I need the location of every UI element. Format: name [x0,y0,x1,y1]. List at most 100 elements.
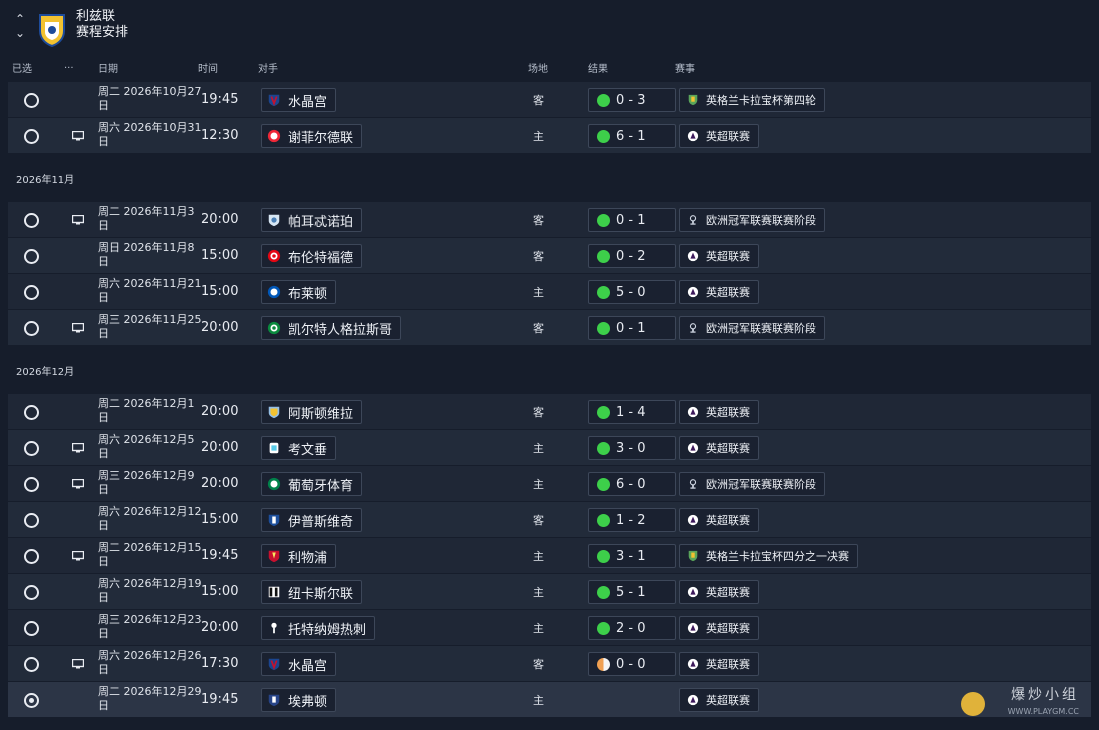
tv-icon[interactable] [72,479,84,489]
col-opponent[interactable]: 对手 [258,60,278,75]
select-radio[interactable] [24,321,39,336]
result-chip[interactable]: 5 - 0 [588,280,676,304]
opponent-chip[interactable]: 伊普斯维奇 [261,508,363,532]
opponent-chip[interactable]: 谢菲尔德联 [261,124,363,148]
table-row[interactable]: 周三 2026年12月23日 20:00 托特纳姆热刺 主 2 - 0 英超联赛 [8,610,1091,646]
match-time: 19:45 [201,692,239,707]
result-chip[interactable]: 3 - 0 [588,436,676,460]
result-chip[interactable]: 0 - 2 [588,244,676,268]
opponent-name: 阿斯顿维拉 [288,406,354,422]
opponent-chip[interactable]: 纽卡斯尔联 [261,580,363,604]
venue: 客 [533,406,544,419]
select-radio[interactable] [24,549,39,564]
competition-name: 英超联赛 [706,406,750,419]
table-row[interactable]: 周二 2026年12月15日 19:45 利物浦 主 3 - 1 英格兰卡拉宝杯四分之一决… [8,538,1091,574]
result-chip[interactable]: 5 - 1 [588,580,676,604]
coventry-crest-icon [266,440,282,456]
tv-icon[interactable] [72,215,84,225]
competition-chip[interactable]: 英超联赛 [679,688,759,712]
select-radio[interactable] [24,93,39,108]
opponent-chip[interactable]: 考文垂 [261,436,337,460]
result-chip[interactable]: 0 - 1 [588,316,676,340]
select-radio[interactable] [24,405,39,420]
result-chip[interactable]: 1 - 2 [588,508,676,532]
result-chip[interactable]: 2 - 0 [588,616,676,640]
opponent-chip[interactable]: 布莱顿 [261,280,337,304]
opponent-chip[interactable]: 葡萄牙体育 [261,472,363,496]
col-selected[interactable]: 已选 [12,60,32,75]
chevron-up-icon[interactable]: ⌃ [12,12,28,26]
club-name: 利兹联 [76,9,116,24]
competition-chip[interactable]: 英超联赛 [679,244,759,268]
tv-icon[interactable] [72,443,84,453]
select-radio[interactable] [24,249,39,264]
competition-chip[interactable]: 英超联赛 [679,652,759,676]
col-date[interactable]: 日期 [98,60,118,75]
table-row[interactable]: 周二 2026年11月3日 20:00 帕耳忒诺珀 客 0 - 1 欧洲冠军联赛联赛阶段 [8,202,1091,238]
opponent-chip[interactable]: 凯尔特人格拉斯哥 [261,316,402,340]
select-radio[interactable] [24,621,39,636]
competition-chip[interactable]: 欧洲冠军联赛联赛阶段 [679,472,825,496]
competition-chip[interactable]: 英格兰卡拉宝杯四分之一决赛 [679,544,858,568]
table-row[interactable]: 周六 2026年12月26日 17:30 水晶宫 客 0 - 0 英超联赛 [8,646,1091,682]
select-radio[interactable] [24,657,39,672]
col-tv[interactable]: ... [64,60,74,71]
table-row[interactable]: 周二 2026年12月1日 20:00 阿斯顿维拉 客 1 - 4 英超联赛 [8,394,1091,430]
col-venue[interactable]: 场地 [528,60,548,75]
opponent-chip[interactable]: 布伦特福德 [261,244,363,268]
select-radio[interactable] [24,513,39,528]
tv-icon[interactable] [72,131,84,141]
competition-chip[interactable]: 英超联赛 [679,436,759,460]
table-row[interactable]: 周二 2026年12月29日 19:45 埃弗顿 主 英超联赛 [8,682,1091,718]
chevron-down-icon[interactable]: ⌄ [12,26,28,40]
opponent-chip[interactable]: 水晶宫 [261,88,337,112]
opponent-chip[interactable]: 帕耳忒诺珀 [261,208,363,232]
select-radio[interactable] [24,441,39,456]
tv-icon[interactable] [72,323,84,333]
result-win-icon [597,213,610,227]
competition-chip[interactable]: 英超联赛 [679,400,759,424]
competition-chip[interactable]: 英超联赛 [679,124,759,148]
select-radio[interactable] [24,285,39,300]
result-chip[interactable]: 0 - 1 [588,208,676,232]
table-row[interactable]: 周三 2026年12月9日 20:00 葡萄牙体育 主 6 - 0 欧洲冠军联赛联赛阶段 [8,466,1091,502]
table-row[interactable]: 周六 2026年12月5日 20:00 考文垂 主 3 - 0 英超联赛 [8,430,1091,466]
select-radio[interactable] [24,213,39,228]
result-chip[interactable]: 6 - 1 [588,124,676,148]
competition-chip[interactable]: 英超联赛 [679,616,759,640]
tv-icon[interactable] [72,659,84,669]
result-chip[interactable]: 1 - 4 [588,400,676,424]
result-chip[interactable]: 0 - 3 [588,88,676,112]
col-competition[interactable]: 赛事 [675,60,695,75]
competition-chip[interactable]: 英格兰卡拉宝杯第四轮 [679,88,825,112]
table-row[interactable]: 周六 2026年12月12日 15:00 伊普斯维奇 客 1 - 2 英超联赛 [8,502,1091,538]
col-time[interactable]: 时间 [198,60,218,75]
select-radio[interactable] [24,693,39,708]
select-radio[interactable] [24,477,39,492]
result-chip[interactable]: 3 - 1 [588,544,676,568]
opponent-chip[interactable]: 托特纳姆热刺 [261,616,376,640]
select-radio[interactable] [24,585,39,600]
result-chip[interactable]: 0 - 0 [588,652,676,676]
competition-chip[interactable]: 欧洲冠军联赛联赛阶段 [679,316,825,340]
competition-chip[interactable]: 英超联赛 [679,508,759,532]
table-row[interactable]: 周六 2026年11月21日 15:00 布莱顿 主 5 - 0 英超联赛 [8,274,1091,310]
table-row[interactable]: 周三 2026年11月25日 20:00 凯尔特人格拉斯哥 客 0 - 1 欧洲冠军联赛联… [8,310,1091,346]
opponent-chip[interactable]: 阿斯顿维拉 [261,400,363,424]
tv-icon[interactable] [72,551,84,561]
table-row[interactable]: 周六 2026年10月31日 12:30 谢菲尔德联 主 6 - 1 英超联赛 [8,118,1091,154]
opponent-chip[interactable]: 利物浦 [261,544,337,568]
opponent-chip[interactable]: 埃弗顿 [261,688,337,712]
result-win-icon [597,621,610,635]
table-row[interactable]: 周六 2026年12月19日 15:00 纽卡斯尔联 主 5 - 1 英超联赛 [8,574,1091,610]
col-result[interactable]: 结果 [588,60,608,75]
competition-chip[interactable]: 英超联赛 [679,280,759,304]
competition-chip[interactable]: 欧洲冠军联赛联赛阶段 [679,208,825,232]
result-chip[interactable]: 6 - 0 [588,472,676,496]
select-radio[interactable] [24,129,39,144]
opponent-chip[interactable]: 水晶宫 [261,652,337,676]
table-row[interactable]: 周二 2026年10月27日 19:45 水晶宫 客 0 - 3 英格兰卡拉宝杯第四轮 [8,82,1091,118]
table-row[interactable]: 周日 2026年11月8日 15:00 布伦特福德 客 0 - 2 英超联赛 [8,238,1091,274]
month-header: 2026年12月 [8,346,1091,394]
competition-chip[interactable]: 英超联赛 [679,580,759,604]
